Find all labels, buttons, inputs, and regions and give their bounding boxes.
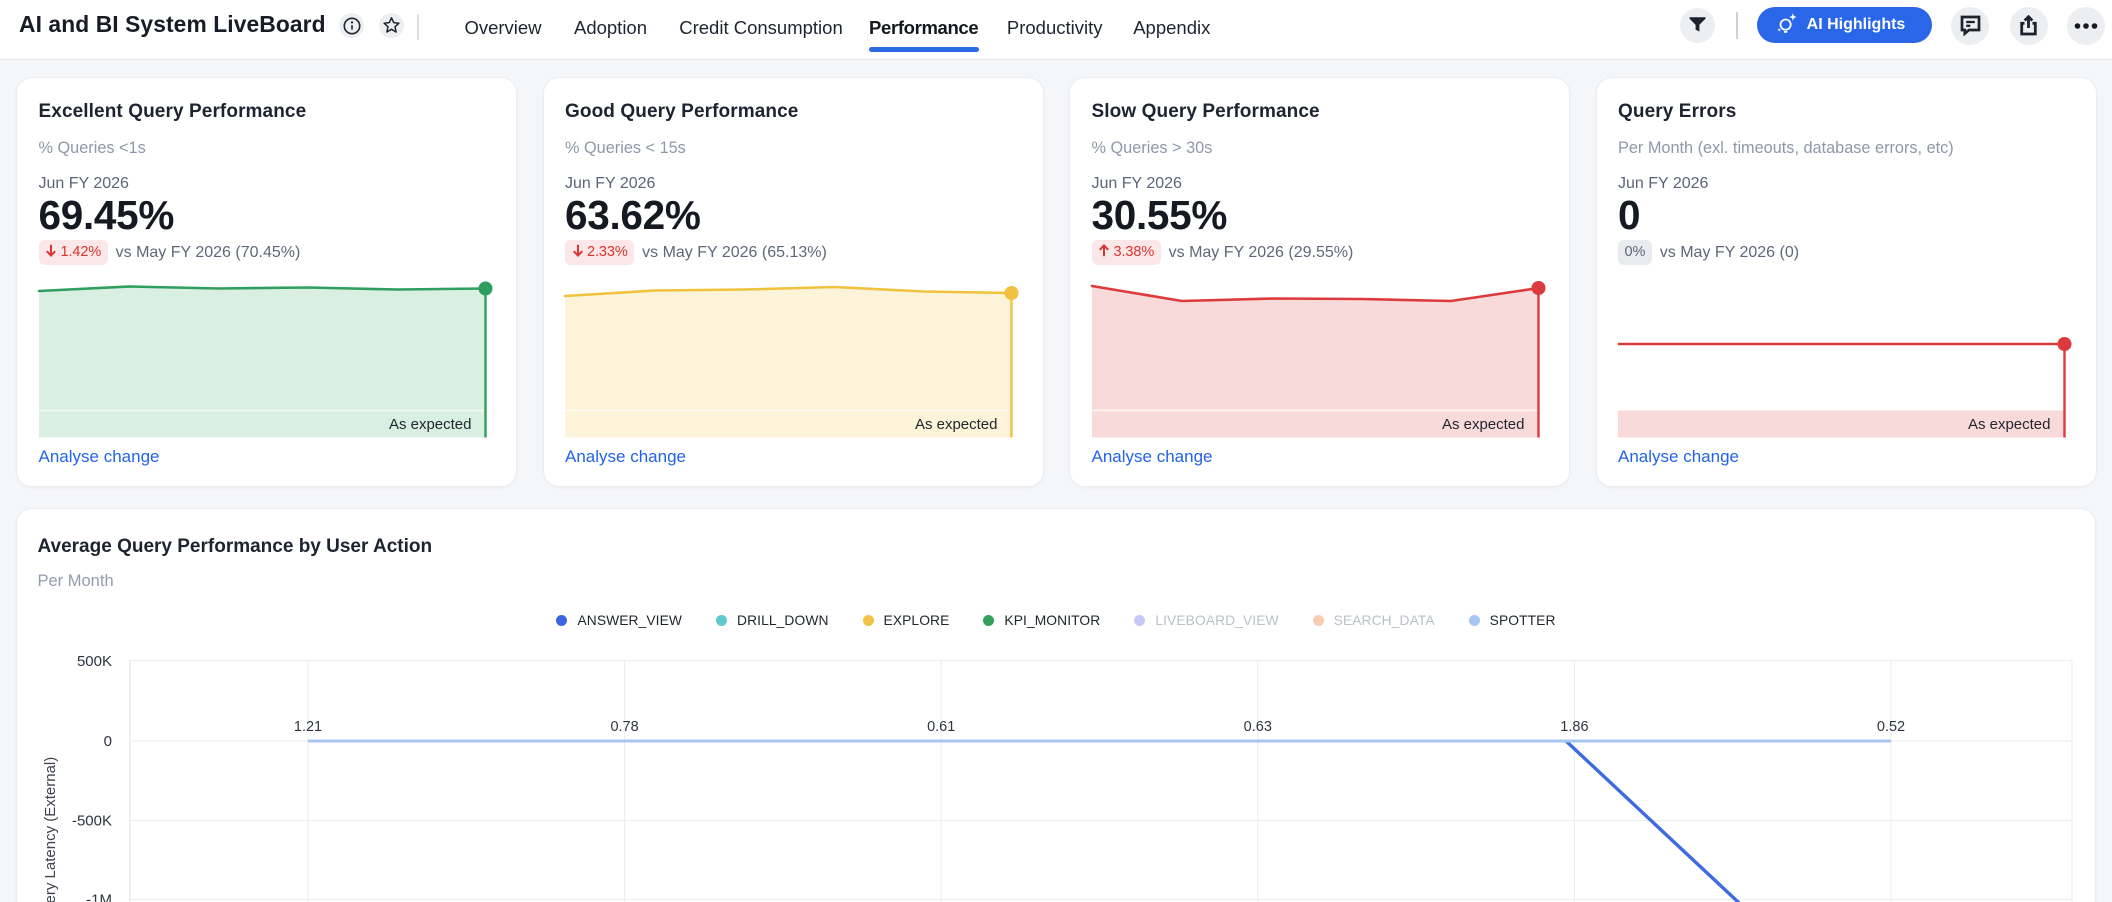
svg-text:0.78: 0.78 [610, 719, 638, 735]
svg-text:Average Query Latency (Externa: Average Query Latency (External) [42, 757, 59, 902]
svg-text:500K: 500K [77, 653, 112, 670]
svg-text:0.52: 0.52 [1877, 719, 1905, 735]
svg-text:1.21: 1.21 [294, 719, 322, 735]
svg-text:1.86: 1.86 [1560, 719, 1588, 735]
svg-text:0.61: 0.61 [927, 719, 955, 735]
svg-text:0.63: 0.63 [1244, 719, 1272, 735]
svg-text:-1M: -1M [86, 892, 112, 902]
svg-text:-500K: -500K [72, 813, 112, 830]
svg-text:0: 0 [104, 733, 112, 750]
